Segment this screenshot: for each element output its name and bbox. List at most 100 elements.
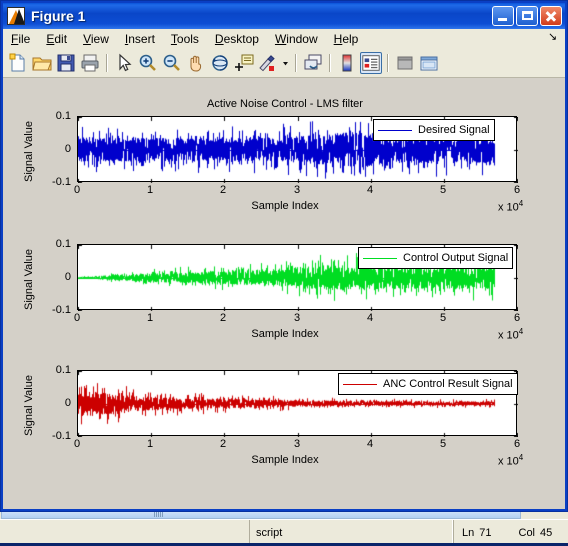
y-tick-3-top: 0.1 (55, 364, 71, 376)
minimize-button[interactable] (492, 6, 514, 26)
print-figure-icon[interactable] (79, 52, 101, 74)
zoom-out-icon[interactable] (161, 52, 183, 74)
x-tick-3-1: 1 (146, 438, 154, 450)
figure-window: Figure 1 File Edit View Insert Tools Des… (0, 0, 568, 512)
figure-canvas[interactable]: Active Noise Control - LMS filter Signal… (3, 78, 565, 509)
x-tick-2-5: 5 (439, 312, 447, 324)
hide-plot-tools-icon[interactable] (394, 52, 416, 74)
x-axis-exponent-1: x 104 (498, 199, 523, 214)
colorbar-icon[interactable] (336, 52, 358, 74)
brush-dropdown-icon[interactable] (281, 52, 290, 74)
link-plot-icon[interactable] (302, 52, 324, 74)
x-tick-1-1: 1 (146, 184, 154, 196)
matlab-membrane-icon (7, 7, 25, 25)
x-tick-3-2: 2 (219, 438, 227, 450)
y-axis-label-1: Signal Value (23, 121, 35, 182)
x-tick-3-6: 6 (513, 438, 521, 450)
title-bar[interactable]: Figure 1 (3, 3, 565, 29)
y-tick-1-mid: 0 (64, 143, 71, 155)
status-caret-position: Ln 71 Col 45 (453, 520, 568, 545)
new-figure-icon[interactable] (7, 52, 29, 74)
edit-plot-pointer-icon[interactable] (113, 52, 135, 74)
x-tick-3-3: 3 (293, 438, 301, 450)
y-tick-2-mid: 0 (64, 271, 71, 283)
x-tick-1-5: 5 (439, 184, 447, 196)
x-tick-3-5: 5 (439, 438, 447, 450)
x-tick-1-3: 3 (293, 184, 301, 196)
brush-data-icon[interactable] (257, 52, 279, 74)
show-plot-tools-icon[interactable] (418, 52, 440, 74)
menu-help[interactable]: Help (326, 30, 367, 48)
legend-line-swatch-3 (343, 383, 377, 385)
x-tick-1-6: 6 (513, 184, 521, 196)
exponent-power-2: 4 (518, 327, 524, 336)
x-tick-2-2: 2 (219, 312, 227, 324)
x-axis-exponent-3: x 104 (498, 453, 523, 468)
x-axis-label-3: Sample Index (251, 454, 319, 466)
plot-title: Active Noise Control - LMS filter (207, 98, 363, 110)
toolbar-separator (295, 54, 297, 72)
exponent-power-1: 4 (518, 199, 524, 208)
legend-control-output[interactable]: Control Output Signal (358, 247, 514, 269)
menu-insert[interactable]: Insert (117, 30, 163, 48)
status-bar: script Ln 71 Col 45 (0, 519, 568, 545)
pan-hand-icon[interactable] (185, 52, 207, 74)
y-tick-2-top: 0.1 (55, 238, 71, 250)
legend-icon[interactable] (360, 52, 382, 74)
status-line-value: 71 (479, 526, 492, 539)
zoom-in-icon[interactable] (137, 52, 159, 74)
y-axis-label-2: Signal Value (23, 249, 35, 310)
menu-tools[interactable]: Tools (163, 30, 207, 48)
toolbar-separator (329, 54, 331, 72)
status-col-label: Col (518, 526, 536, 539)
y-axis-label-3: Signal Value (23, 375, 35, 436)
x-tick-1-2: 2 (219, 184, 227, 196)
toolbar-separator (387, 54, 389, 72)
x-tick-1-0: 0 (73, 184, 81, 196)
exponent-power-3: 4 (518, 453, 524, 462)
status-empty-region (0, 520, 249, 545)
legend-label-2: Control Output Signal (403, 252, 509, 264)
status-line-label: Ln (462, 526, 475, 539)
y-tick-3-mid: 0 (64, 397, 71, 409)
figure-toolbar (3, 49, 565, 78)
x-tick-2-3: 3 (293, 312, 301, 324)
menu-view[interactable]: View (75, 30, 117, 48)
x-tick-2-0: 0 (73, 312, 81, 324)
legend-line-swatch-1 (378, 129, 412, 131)
menu-edit[interactable]: Edit (38, 30, 75, 48)
menu-file[interactable]: File (3, 30, 38, 48)
x-axis-label-1: Sample Index (251, 200, 319, 212)
exponent-base-1: x 10 (498, 201, 519, 214)
status-col-value: 45 (540, 526, 553, 539)
menu-window[interactable]: Window (267, 30, 326, 48)
open-file-icon[interactable] (31, 52, 53, 74)
exponent-base-3: x 10 (498, 455, 519, 468)
legend-desired-signal[interactable]: Desired Signal (373, 119, 495, 141)
menu-bar: File Edit View Insert Tools Desktop Wind… (3, 29, 565, 50)
y-tick-1-top: 0.1 (55, 110, 71, 122)
x-tick-2-6: 6 (513, 312, 521, 324)
x-tick-2-4: 4 (366, 312, 374, 324)
save-figure-icon[interactable] (55, 52, 77, 74)
exponent-base-2: x 10 (498, 329, 519, 342)
x-tick-1-4: 4 (366, 184, 374, 196)
dock-arrow-icon[interactable] (548, 30, 560, 45)
editor-background: script Ln 71 Col 45 Figure 1 File Edit V… (0, 0, 568, 546)
data-cursor-icon[interactable] (233, 52, 255, 74)
legend-anc-result[interactable]: ANC Control Result Signal (338, 373, 518, 395)
toolbar-separator (106, 54, 108, 72)
rotate-3d-icon[interactable] (209, 52, 231, 74)
legend-label-3: ANC Control Result Signal (383, 378, 513, 390)
x-tick-3-0: 0 (73, 438, 81, 450)
x-axis-exponent-2: x 104 (498, 327, 523, 342)
x-axis-label-2: Sample Index (251, 328, 319, 340)
status-mode: script (249, 520, 453, 545)
legend-line-swatch-2 (363, 257, 397, 259)
legend-label-1: Desired Signal (418, 124, 490, 136)
window-controls (490, 6, 565, 26)
maximize-button[interactable] (516, 6, 538, 26)
window-title: Figure 1 (31, 8, 86, 24)
close-button[interactable] (540, 6, 562, 26)
menu-desktop[interactable]: Desktop (207, 30, 267, 48)
